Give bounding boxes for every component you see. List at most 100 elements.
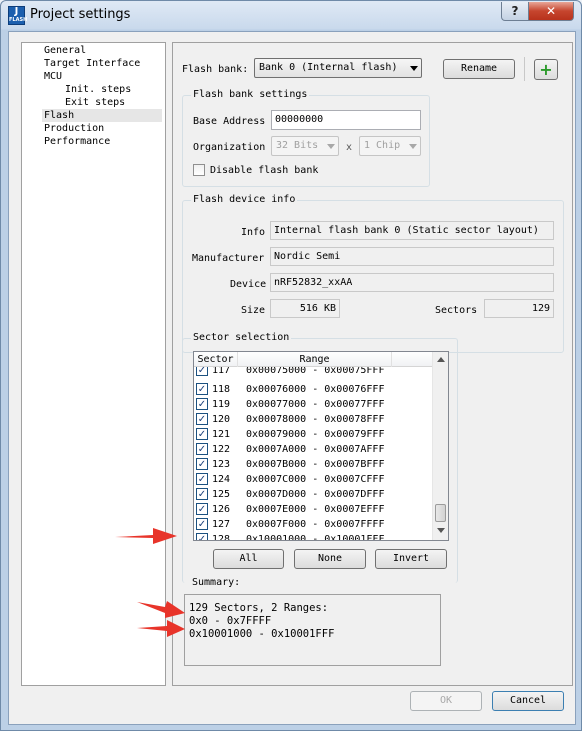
scroll-down-icon[interactable] bbox=[437, 528, 445, 533]
add-bank-button[interactable]: + bbox=[534, 59, 558, 80]
sector-number: 121 bbox=[212, 429, 231, 440]
sector-checkbox[interactable]: ✓ bbox=[196, 413, 208, 425]
sector-range: 0x0007D000 - 0x0007DFFF bbox=[246, 489, 385, 500]
sector-list-header: Sector Range bbox=[194, 352, 434, 367]
disable-flash-bank-label: Disable flash bank bbox=[210, 165, 319, 176]
base-address-label: Base Address bbox=[193, 116, 266, 127]
table-row[interactable]: ✓ 123 0x0007B000 - 0x0007BFFF bbox=[194, 457, 434, 472]
window-title: Project settings bbox=[30, 7, 131, 22]
app-icon-letter: J bbox=[14, 6, 19, 17]
sector-checkbox[interactable]: ✓ bbox=[196, 383, 208, 395]
device-label: Device bbox=[230, 279, 267, 290]
table-row[interactable]: ✓ 127 0x0007F000 - 0x0007FFFF bbox=[194, 517, 434, 532]
base-address-input[interactable]: 00000000 bbox=[271, 110, 421, 130]
table-row[interactable]: ✓ 122 0x0007A000 - 0x0007AFFF bbox=[194, 442, 434, 457]
close-button[interactable]: ✕ bbox=[528, 2, 574, 21]
sector-range: 0x0007B000 - 0x0007BFFF bbox=[246, 459, 385, 470]
table-row[interactable]: ✓ 121 0x00079000 - 0x00079FFF bbox=[194, 427, 434, 442]
summary-line-count: 129 Sectors, 2 Ranges: bbox=[189, 602, 329, 614]
chevron-down-icon bbox=[410, 66, 418, 71]
tree-item-exit-steps[interactable]: Exit steps bbox=[65, 96, 125, 109]
disable-flash-bank-checkbox[interactable] bbox=[193, 164, 205, 176]
organization-bits-select[interactable]: 32 Bits bbox=[271, 136, 339, 156]
table-row[interactable]: ✓ 126 0x0007E000 - 0x0007EFFF bbox=[194, 502, 434, 517]
sector-range: 0x0007E000 - 0x0007EFFF bbox=[246, 504, 385, 515]
flash-settings-panel: Flash bank: Bank 0 (Internal flash) Rena… bbox=[172, 42, 573, 686]
sector-list-scrollbar[interactable] bbox=[432, 352, 448, 540]
table-row[interactable]: ✓ 120 0x00078000 - 0x00078FFF bbox=[194, 412, 434, 427]
sector-checkbox[interactable]: ✓ bbox=[196, 428, 208, 440]
bits-selected-value: 32 Bits bbox=[276, 140, 319, 151]
sector-list[interactable]: Sector Range ✓ 117 0x00075000 - 0x00075F… bbox=[193, 351, 449, 541]
cancel-button[interactable]: Cancel bbox=[492, 691, 564, 711]
tree-item-flash[interactable]: Flash bbox=[42, 109, 162, 122]
title-bar[interactable]: J FLASH Project settings ? ✕ bbox=[1, 1, 581, 31]
summary-box: 129 Sectors, 2 Ranges: 0x0 - 0x7FFFF 0x1… bbox=[184, 594, 441, 666]
sector-range: 0x00077000 - 0x00077FFF bbox=[246, 399, 385, 410]
flash-device-info-group: Flash device info Info Internal flash ba… bbox=[182, 194, 564, 353]
sector-range: 0x0007A000 - 0x0007AFFF bbox=[246, 444, 385, 455]
flash-bank-select[interactable]: Bank 0 (Internal flash) bbox=[254, 58, 422, 78]
manufacturer-label: Manufacturer bbox=[192, 253, 265, 264]
sector-range: 0x00076000 - 0x00076FFF bbox=[246, 384, 385, 395]
summary-line-range-1: 0x0 - 0x7FFFF bbox=[189, 615, 272, 627]
table-row[interactable]: ✓ 118 0x00076000 - 0x00076FFF bbox=[194, 382, 434, 397]
flash-device-info-title: Flash device info bbox=[191, 194, 298, 205]
scroll-up-icon[interactable] bbox=[437, 357, 445, 362]
table-row[interactable]: ✓ 125 0x0007D000 - 0x0007DFFF bbox=[194, 487, 434, 502]
sector-number: 118 bbox=[212, 384, 231, 395]
tree-item-performance[interactable]: Performance bbox=[44, 135, 110, 148]
jflash-app-icon: J FLASH bbox=[8, 6, 28, 25]
sector-checkbox[interactable]: ✓ bbox=[196, 518, 208, 530]
sector-checkbox[interactable]: ✓ bbox=[196, 443, 208, 455]
table-row[interactable]: ✓ 124 0x0007C000 - 0x0007CFFF bbox=[194, 472, 434, 487]
project-settings-window: J FLASH Project settings ? ✕ General Tar… bbox=[0, 0, 582, 731]
dialog-client-area: General Target Interface MCU Init. steps… bbox=[8, 31, 576, 725]
size-value: 516 KB bbox=[270, 299, 340, 318]
rename-button[interactable]: Rename bbox=[443, 59, 515, 79]
app-icon-caption: FLASH bbox=[9, 17, 28, 23]
organization-label: Organization bbox=[193, 142, 266, 153]
sector-checkbox[interactable]: ✓ bbox=[196, 488, 208, 500]
sector-checkbox[interactable]: ✓ bbox=[196, 533, 208, 540]
table-row[interactable]: ✓ 119 0x00077000 - 0x00077FFF bbox=[194, 397, 434, 412]
col-range-header[interactable]: Range bbox=[238, 352, 392, 367]
annotation-arrow-icon bbox=[137, 601, 185, 618]
sector-checkbox[interactable]: ✓ bbox=[196, 398, 208, 410]
toolbar-divider bbox=[524, 57, 525, 81]
tree-item-target-interface[interactable]: Target Interface bbox=[44, 57, 140, 70]
help-button[interactable]: ? bbox=[501, 2, 529, 21]
sector-number: 125 bbox=[212, 489, 231, 500]
sector-range: 0x00078000 - 0x00078FFF bbox=[246, 414, 385, 425]
organization-chips-select[interactable]: 1 Chip bbox=[359, 136, 421, 156]
table-row[interactable]: ✓ 128 0x10001000 - 0x10001FFF bbox=[194, 532, 434, 541]
select-all-button[interactable]: All bbox=[213, 549, 284, 569]
tree-item-general[interactable]: General bbox=[44, 44, 86, 57]
sector-number: 128 bbox=[212, 534, 231, 541]
annotation-arrow-icon bbox=[115, 528, 177, 544]
tree-item-production[interactable]: Production bbox=[44, 122, 104, 135]
annotation-arrow-icon bbox=[137, 620, 185, 637]
sector-number: 122 bbox=[212, 444, 231, 455]
summary-line-range-2: 0x10001000 - 0x10001FFF bbox=[189, 628, 335, 640]
tree-item-mcu[interactable]: MCU bbox=[44, 70, 62, 83]
sector-number: 124 bbox=[212, 474, 231, 485]
info-value: Internal flash bank 0 (Static sector lay… bbox=[270, 221, 554, 240]
tree-item-init-steps[interactable]: Init. steps bbox=[65, 83, 131, 96]
sector-checkbox[interactable]: ✓ bbox=[196, 473, 208, 485]
summary-label: Summary: bbox=[192, 577, 241, 588]
scroll-thumb[interactable] bbox=[435, 504, 446, 522]
chevron-down-icon bbox=[409, 144, 417, 149]
invert-selection-button[interactable]: Invert bbox=[375, 549, 447, 569]
ok-button[interactable]: OK bbox=[410, 691, 482, 711]
sector-checkbox[interactable]: ✓ bbox=[196, 458, 208, 470]
sector-range: 0x0007C000 - 0x0007CFFF bbox=[246, 474, 385, 485]
select-none-button[interactable]: None bbox=[294, 549, 366, 569]
sector-number: 120 bbox=[212, 414, 231, 425]
sector-checkbox[interactable]: ✓ bbox=[196, 503, 208, 515]
flash-bank-label: Flash bank: bbox=[182, 64, 249, 75]
organization-x-label: x bbox=[346, 142, 353, 153]
col-sector-header[interactable]: Sector bbox=[194, 352, 238, 367]
settings-tree[interactable]: General Target Interface MCU Init. steps… bbox=[21, 42, 166, 686]
chevron-down-icon bbox=[327, 144, 335, 149]
